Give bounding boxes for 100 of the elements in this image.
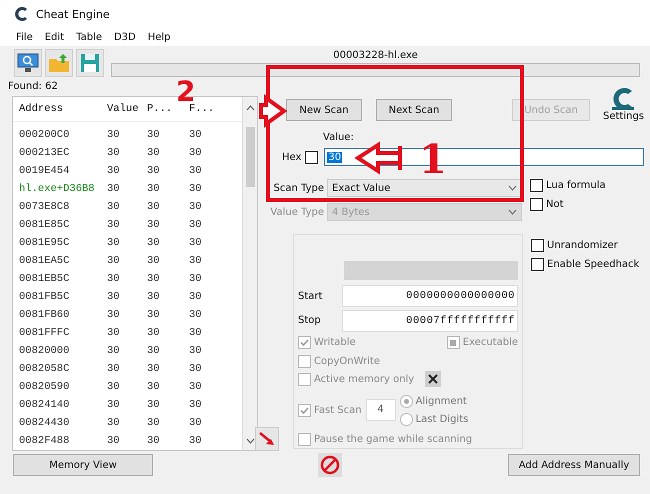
checkbox[interactable] bbox=[531, 239, 544, 252]
scan-type-dropdown[interactable]: Exact Value bbox=[327, 179, 522, 197]
value-type-label: Value Type bbox=[269, 206, 325, 218]
value-cell-text: 30 bbox=[147, 165, 161, 177]
add-address-button[interactable]: Add Address Manually bbox=[508, 454, 640, 476]
address-cell-text: 0081FB5C bbox=[19, 291, 70, 303]
address-cell-text: 0073E8C8 bbox=[19, 201, 70, 213]
start-label: Start bbox=[298, 290, 324, 302]
monitor-button[interactable] bbox=[14, 49, 42, 77]
window-title: Cheat Engine bbox=[36, 8, 110, 20]
address-cell-text: 0081EA5C bbox=[19, 255, 70, 267]
scan-button[interactable]: Next Scan bbox=[376, 99, 452, 121]
value-cell-text: 30 bbox=[189, 219, 203, 231]
digits-field[interactable]: 4 bbox=[366, 399, 396, 422]
scroll-down-icon[interactable] bbox=[246, 438, 254, 444]
checkbox[interactable] bbox=[446, 336, 460, 350]
value-cell-text: 30 bbox=[107, 435, 121, 447]
menu-item[interactable]: Help bbox=[148, 32, 171, 42]
menu-item[interactable]: File bbox=[16, 32, 33, 42]
value-cell-text: 30 bbox=[189, 165, 203, 177]
scrollbar-thumb[interactable] bbox=[246, 127, 254, 187]
value-cell-text: 30 bbox=[189, 291, 203, 303]
radio-button[interactable] bbox=[400, 394, 413, 408]
column-header[interactable]: Address bbox=[19, 103, 107, 115]
settings-label[interactable]: Settings bbox=[602, 111, 644, 122]
address-cell-text: 0019E454 bbox=[19, 165, 70, 177]
value-cell-text: 30 bbox=[147, 345, 161, 357]
address-cell-text: 00820000 bbox=[19, 345, 70, 357]
column-header[interactable]: F... bbox=[189, 103, 233, 115]
value-cell-text: 30 bbox=[189, 327, 203, 339]
caret-icon bbox=[508, 185, 517, 191]
checkbox[interactable] bbox=[298, 372, 311, 386]
address-cell-text: 0081EB5C bbox=[19, 273, 70, 285]
memory-view-button[interactable]: Memory View bbox=[13, 454, 153, 476]
address-cell-text: 0081FFFC bbox=[19, 327, 70, 339]
scroll-up-icon[interactable] bbox=[246, 105, 254, 111]
checkbox[interactable] bbox=[531, 258, 544, 271]
checkbox-label: Enable Speedhack bbox=[547, 259, 640, 270]
radio-label: Alignment bbox=[416, 396, 467, 407]
address-cell-text: 0081E95C bbox=[19, 237, 70, 249]
column-header[interactable]: P... bbox=[147, 103, 189, 115]
value-cell-text: 30 bbox=[107, 273, 121, 285]
value-cell-text: 30 bbox=[189, 183, 203, 195]
value-cell-text: 30 bbox=[107, 183, 121, 195]
start-address-field[interactable]: 0000000000000000 bbox=[342, 285, 518, 308]
address-cell-text: 00824140 bbox=[19, 399, 70, 411]
scan-type-label: Scan Type bbox=[272, 182, 325, 194]
caret-icon bbox=[508, 209, 517, 215]
menu-item[interactable]: D3D bbox=[114, 32, 136, 42]
menu-item[interactable]: Table bbox=[76, 32, 102, 42]
checkbox[interactable] bbox=[530, 198, 543, 211]
value-cell-text: 30 bbox=[147, 147, 161, 159]
value-cell-text: 30 bbox=[107, 147, 121, 159]
value-cell-text: 30 bbox=[107, 165, 121, 177]
value-cell-text: 30 bbox=[147, 219, 161, 231]
checkbox-label: Active memory only bbox=[314, 374, 414, 385]
checkbox[interactable] bbox=[298, 354, 311, 368]
checkbox-label: Unrandomizer bbox=[547, 240, 618, 251]
menu-item[interactable]: Edit bbox=[44, 32, 64, 42]
value-cell-text: 30 bbox=[107, 399, 121, 411]
scan-button[interactable]: New Scan bbox=[286, 99, 362, 121]
value-cell-text: 30 bbox=[147, 327, 161, 339]
checkbox-label: Pause the game while scanning bbox=[314, 434, 472, 445]
value-cell-text: 30 bbox=[107, 309, 121, 321]
column-header[interactable]: Value bbox=[107, 103, 147, 115]
value-cell-text: 30 bbox=[189, 381, 203, 393]
checkbox[interactable] bbox=[298, 336, 311, 350]
value-cell-text: 30 bbox=[107, 417, 121, 429]
address-cell-text: 0082058C bbox=[19, 363, 70, 375]
stop-button[interactable] bbox=[318, 453, 342, 477]
value-label: Value: bbox=[323, 132, 355, 144]
value-cell-text: 30 bbox=[147, 201, 161, 213]
address-cell-text: 00824430 bbox=[19, 417, 70, 429]
value-cell-text: 30 bbox=[189, 345, 203, 357]
value-cell-text: 30 bbox=[107, 219, 121, 231]
value-cell-text: 30 bbox=[189, 309, 203, 321]
checkbox[interactable] bbox=[298, 404, 311, 417]
value-cell-text: 30 bbox=[107, 363, 121, 375]
value-cell-text: 30 bbox=[147, 399, 161, 411]
stop-label: Stop bbox=[298, 315, 322, 326]
stop-address-field[interactable]: 00007fffffffffff bbox=[342, 310, 518, 332]
hex-checkbox[interactable] bbox=[305, 150, 318, 164]
value-cell-text: 30 bbox=[147, 255, 161, 267]
add-to-list-button[interactable] bbox=[255, 427, 279, 451]
clear-button[interactable] bbox=[425, 371, 442, 388]
checkbox-label: Lua formula bbox=[546, 180, 606, 191]
checkbox-label: Fast Scan bbox=[314, 404, 362, 416]
value-cell-text: 30 bbox=[189, 129, 203, 141]
checkbox[interactable] bbox=[298, 432, 311, 446]
value-cell-text: 30 bbox=[107, 129, 121, 141]
value-cell-text: 30 bbox=[189, 435, 203, 447]
address-cell-text: 0082F488 bbox=[19, 435, 70, 447]
radio-label: Last Digits bbox=[416, 414, 468, 425]
value-cell-text: 30 bbox=[147, 309, 161, 321]
value-cell-text: 30 bbox=[189, 201, 203, 213]
checkbox-label: Executable bbox=[462, 337, 518, 348]
radio-button[interactable] bbox=[400, 412, 413, 426]
save-button[interactable] bbox=[76, 49, 104, 77]
value-cell-text: 30 bbox=[147, 363, 161, 375]
checkbox[interactable] bbox=[530, 179, 543, 192]
